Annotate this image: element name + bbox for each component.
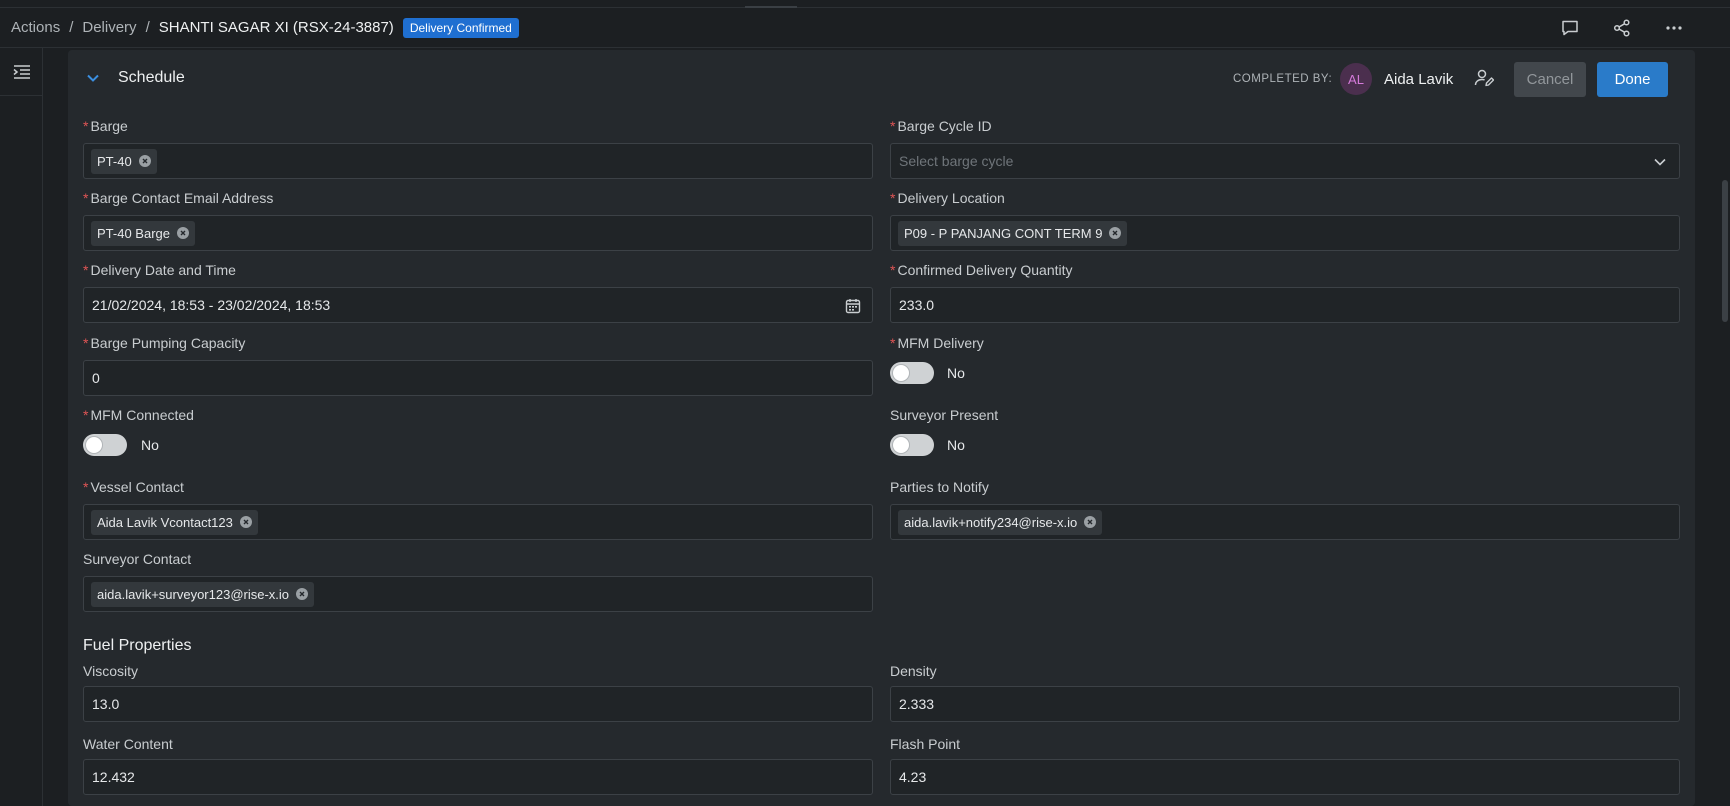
header-actions [1544, 8, 1700, 48]
delivery-location-field[interactable]: P09 - P PANJANG CONT TERM 9 [890, 215, 1680, 251]
remove-tag-icon[interactable] [177, 227, 189, 239]
page-title: SHANTI SAGAR XI (RSX-24-3887) [158, 19, 394, 36]
indent-list-icon [13, 64, 30, 79]
barge-cycle-select[interactable]: Select barge cycle [890, 143, 1680, 179]
breadcrumb-delivery[interactable]: Delivery [82, 19, 136, 36]
toggle-knob [893, 437, 909, 453]
share-button[interactable] [1596, 8, 1648, 48]
parties-notify-tag: aida.lavik+notify234@rise-x.io [898, 509, 1103, 535]
viscosity-input[interactable]: 13.0 [83, 686, 873, 722]
surveyor-present-label: Surveyor Present [890, 407, 999, 423]
confirmed-qty-input[interactable]: 233.0 [890, 287, 1680, 323]
page-header: Actions / Delivery / SHANTI SAGAR XI (RS… [0, 8, 1730, 48]
parties-notify-label: Parties to Notify [890, 479, 989, 495]
mfm-connected-toggle[interactable] [83, 434, 127, 456]
barge-field[interactable]: PT-40 [83, 143, 873, 179]
toggle-knob [893, 365, 909, 381]
completed-by-label: COMPLETED BY: [1233, 73, 1333, 85]
mfm-connected-label: * MFM Connected [83, 407, 194, 423]
left-rail [0, 48, 43, 806]
pumping-capacity-input[interactable]: 0 [83, 360, 873, 396]
viscosity-label: Viscosity [83, 663, 138, 679]
done-button[interactable]: Done [1597, 62, 1668, 97]
vessel-contact-label: * Vessel Contact [83, 479, 184, 495]
pumping-capacity-value: 0 [92, 370, 100, 386]
surveyor-present-value: No [947, 437, 965, 453]
vessel-contact-field[interactable]: Aida Lavik Vcontact123 [83, 504, 873, 540]
flash-point-label: Flash Point [890, 736, 961, 752]
density-value: 2.333 [899, 696, 935, 712]
completed-by-name: Aida Lavik [1384, 71, 1454, 88]
calendar-icon[interactable] [843, 296, 863, 316]
remove-tag-icon[interactable] [296, 588, 309, 600]
sidebar-toggle-button[interactable] [0, 48, 43, 96]
delivery-datetime-label: * Delivery Date and Time [83, 262, 236, 278]
density-label: Density [890, 663, 937, 679]
reassign-user-button[interactable] [1469, 63, 1499, 93]
surveyor-contact-tag: aida.lavik+surveyor123@rise-x.io [91, 581, 315, 607]
avatar: AL [1340, 63, 1372, 95]
share-icon [1613, 19, 1630, 37]
remove-tag-icon[interactable] [138, 155, 151, 167]
barge-cycle-placeholder: Select barge cycle [899, 153, 1014, 169]
remove-tag-icon[interactable] [1084, 516, 1097, 528]
water-content-label: Water Content [83, 736, 173, 752]
fuel-properties-title: Fuel Properties [83, 637, 192, 654]
barge-label: * Barge [83, 118, 128, 134]
panel-header: Schedule COMPLETED BY: AL Aida Lavik Can… [68, 50, 1695, 108]
vessel-contact-tag: Aida Lavik Vcontact123 [91, 509, 258, 535]
schedule-panel: Schedule COMPLETED BY: AL Aida Lavik Can… [68, 50, 1695, 806]
barge-tag: PT-40 [91, 148, 157, 174]
barge-email-tag: PT-40 Barge [91, 220, 195, 246]
section-title: Schedule [118, 69, 185, 86]
breadcrumb-actions[interactable]: Actions [11, 19, 60, 36]
collapse-button[interactable] [82, 67, 104, 89]
water-content-input[interactable]: 12.432 [83, 759, 873, 795]
toggle-knob [86, 437, 102, 453]
viscosity-value: 13.0 [92, 696, 120, 712]
comment-button[interactable] [1544, 8, 1596, 48]
delivery-datetime-field[interactable]: 21/02/2024, 18:53 - 23/02/2024, 18:53 [83, 287, 873, 323]
surveyor-contact-field[interactable]: aida.lavik+surveyor123@rise-x.io [83, 576, 873, 612]
barge-email-field[interactable]: PT-40 Barge [83, 215, 873, 251]
barge-email-label: * Barge Contact Email Address [83, 190, 274, 206]
confirmed-qty-value: 233.0 [899, 297, 935, 313]
breadcrumb-separator: / [69, 19, 74, 36]
scrollbar[interactable] [1722, 180, 1728, 322]
more-icon [1666, 26, 1682, 30]
barge-cycle-label: * Barge Cycle ID [890, 118, 992, 134]
mfm-connected-value: No [141, 437, 159, 453]
surveyor-contact-label: Surveyor Contact [83, 551, 192, 567]
more-button[interactable] [1648, 8, 1700, 48]
confirmed-qty-label: * Confirmed Delivery Quantity [890, 262, 1073, 278]
remove-tag-icon[interactable] [1109, 227, 1122, 239]
delivery-datetime-value: 21/02/2024, 18:53 - 23/02/2024, 18:53 [92, 297, 331, 313]
breadcrumb-separator: / [145, 19, 150, 36]
pumping-capacity-label: * Barge Pumping Capacity [83, 335, 246, 351]
mfm-delivery-value: No [947, 365, 965, 381]
comment-icon [1562, 20, 1578, 36]
status-badge: Delivery Confirmed [402, 17, 519, 38]
flash-point-input[interactable]: 4.23 [890, 759, 1680, 795]
delivery-location-tag: P09 - P PANJANG CONT TERM 9 [898, 220, 1128, 246]
remove-tag-icon[interactable] [239, 516, 252, 528]
mfm-delivery-label: * MFM Delivery [890, 335, 984, 351]
top-drag-bar [0, 0, 1730, 8]
water-content-value: 12.432 [92, 769, 135, 785]
density-input[interactable]: 2.333 [890, 686, 1680, 722]
mfm-delivery-toggle[interactable] [890, 362, 934, 384]
surveyor-present-toggle[interactable] [890, 434, 934, 456]
cancel-button[interactable]: Cancel [1514, 62, 1586, 97]
chevron-down-icon [87, 74, 99, 82]
user-edit-icon [1474, 69, 1494, 87]
chevron-down-icon [1650, 152, 1670, 172]
flash-point-value: 4.23 [899, 769, 927, 785]
parties-notify-field[interactable]: aida.lavik+notify234@rise-x.io [890, 504, 1680, 540]
delivery-location-label: * Delivery Location [890, 190, 1005, 206]
